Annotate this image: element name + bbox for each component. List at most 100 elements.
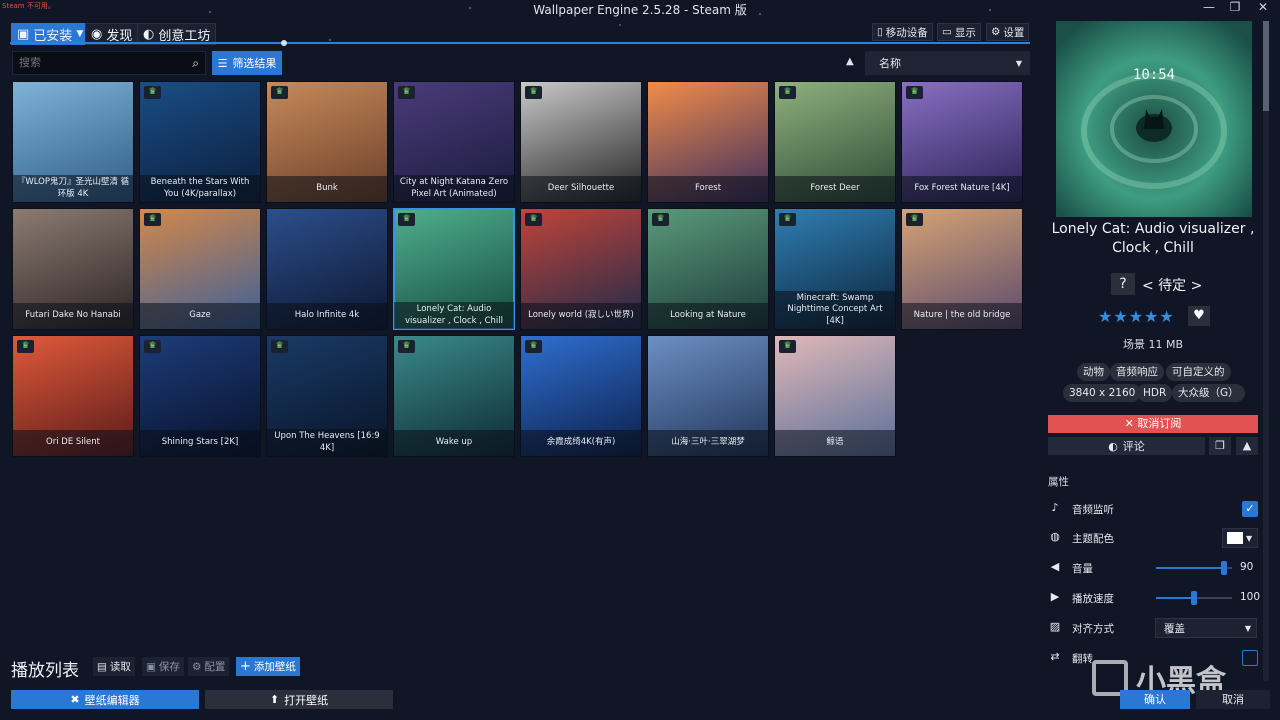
sort-select[interactable]: 名称 ▼ — [865, 51, 1030, 75]
trophy-icon: ♛ — [525, 213, 542, 226]
wallpaper-tile[interactable]: ♛ Deer Silhouette — [520, 81, 642, 203]
trophy-icon: ♛ — [906, 213, 923, 226]
wallpaper-tile[interactable]: ♛ Bunk — [266, 81, 388, 203]
wallpaper-title: Deer Silhouette — [521, 176, 641, 202]
filter-list-icon: ☰ — [217, 56, 228, 70]
wallpaper-tile[interactable]: ♛ Minecraft: Swamp Nighttime Concept Art … — [774, 208, 896, 330]
upload-icon: ⬆ — [269, 693, 280, 706]
volume-slider[interactable] — [1156, 561, 1232, 575]
wallpaper-title: Forest Deer — [775, 176, 895, 202]
speed-value: 100 — [1240, 591, 1261, 603]
settings-button[interactable]: ⚙ 设置 — [986, 23, 1030, 41]
ok-button[interactable]: 确认 — [1120, 690, 1190, 709]
unsubscribe-label: 取消订阅 — [1137, 417, 1182, 430]
wallpaper-tile[interactable]: ♛ Beneath the Stars With You (4K/parallax… — [139, 81, 261, 203]
rating-question-button[interactable]: ? — [1111, 273, 1135, 295]
gears-icon: ⚙ — [192, 660, 202, 673]
wrench-icon: ✖ — [70, 693, 80, 706]
tag[interactable]: 3840 x 2160 — [1063, 384, 1142, 402]
unsubscribe-button[interactable]: ✕ 取消订阅 — [1048, 415, 1258, 433]
favorite-button[interactable]: ♥ — [1188, 306, 1210, 326]
flip-checkbox[interactable] — [1242, 650, 1258, 666]
steam-icon: ◐ — [143, 26, 155, 42]
trophy-icon: ♛ — [652, 213, 669, 226]
speed-slider[interactable] — [1156, 591, 1232, 605]
wallpaper-tile[interactable]: ♛ Nature | the old bridge — [901, 208, 1023, 330]
monitor-icon: ▭ — [942, 26, 952, 38]
copy-icon: ❐ — [1215, 439, 1225, 452]
copy-button[interactable]: ❐ — [1209, 437, 1231, 455]
wallpaper-title: Wake up — [394, 430, 514, 456]
property-audio: ♪ 音频监听 ✓ — [1048, 499, 1262, 519]
wallpaper-tile[interactable]: ♛ 鲸语 — [774, 335, 896, 457]
scrollbar-thumb[interactable] — [1263, 21, 1269, 111]
window-title: Wallpaper Engine 2.5.28 - Steam 版 — [533, 3, 747, 17]
wallpaper-tile[interactable]: ♛ Looking at Nature — [647, 208, 769, 330]
wallpaper-tile[interactable]: Forest — [647, 81, 769, 203]
tag[interactable]: 大众级（G） — [1172, 384, 1245, 402]
add-wallpaper-button[interactable]: + 添加壁纸 — [236, 657, 300, 676]
report-button[interactable]: ▲ — [1236, 437, 1258, 455]
wallpaper-tile[interactable]: ♛ Wake up — [393, 335, 515, 457]
wallpaper-tile[interactable]: ♛ Gaze — [139, 208, 261, 330]
wallpaper-tile[interactable]: Halo Infinite 4k — [266, 208, 388, 330]
sort-direction-icon[interactable]: ▲ — [846, 56, 854, 67]
tab-installed-label: 已安装 — [33, 28, 73, 44]
trophy-icon: ♛ — [779, 213, 796, 226]
property-alignment-label: 对齐方式 — [1072, 623, 1114, 635]
minimize-icon[interactable]: — — [1196, 0, 1222, 14]
search-input[interactable] — [19, 57, 193, 69]
preview-clock: 10:54 — [1133, 67, 1175, 83]
wallpaper-tile[interactable]: ♛ City at Night Katana Zero Pixel Art (An… — [393, 81, 515, 203]
open-wallpaper-button[interactable]: ⬆ 打开壁纸 — [205, 690, 393, 709]
wallpaper-tile[interactable]: ♛ Fox Forest Nature [4K] — [901, 81, 1023, 203]
playlist-config-button[interactable]: ⚙ 配置 — [188, 657, 230, 676]
wallpaper-tile[interactable]: 山海·三叶·三翠湖梦 — [647, 335, 769, 457]
wallpaper-tile[interactable]: ♛ Shining Stars [2K] — [139, 335, 261, 457]
trophy-icon: ♛ — [525, 86, 542, 99]
speed-slider-thumb[interactable] — [1191, 591, 1197, 605]
playlist-save-button[interactable]: ▣ 保存 — [142, 657, 184, 676]
search-icon[interactable]: ⌕ — [192, 56, 199, 71]
display-button[interactable]: ▭ 显示 — [937, 23, 981, 41]
wallpaper-tile[interactable]: 『WLOP鬼刀』圣光山壁清 循环版 4K — [12, 81, 134, 203]
play-icon: ▶ — [1050, 590, 1060, 603]
add-wallpaper-label: 添加壁纸 — [253, 661, 296, 673]
tag[interactable]: 动物 — [1077, 363, 1110, 381]
wallpaper-tile[interactable]: ♛ 余霞成绮4K(有声) — [520, 335, 642, 457]
playlist-load-button[interactable]: ▤ 读取 — [93, 657, 135, 676]
size-info: 场景 11 MB — [1122, 338, 1184, 351]
wallpaper-tile[interactable]: ♛ Ori DE Silent — [12, 335, 134, 457]
comment-label: 评论 — [1122, 440, 1145, 453]
volume-icon: ◀ — [1050, 560, 1060, 573]
filter-button[interactable]: ☰ 筛选结果 — [212, 51, 282, 75]
audio-checkbox[interactable]: ✓ — [1242, 501, 1258, 517]
wallpaper-editor-button[interactable]: ✖ 壁纸编辑器 — [11, 690, 199, 709]
volume-slider-thumb[interactable] — [1221, 561, 1228, 575]
wallpaper-tile[interactable]: ♛ Lonely Cat: Audio visualizer , Clock , … — [393, 208, 515, 330]
wallpaper-title: Halo Infinite 4k — [267, 303, 387, 329]
tag[interactable]: 可自定义的 — [1166, 363, 1231, 381]
save-icon: ▣ — [17, 26, 30, 42]
chevron-down-icon: ▼ — [1244, 623, 1251, 633]
theme-color-picker[interactable]: ▼ — [1222, 528, 1258, 548]
tab-underline — [10, 42, 1030, 44]
wallpaper-tile[interactable]: ♛ Upon The Heavens [16:9 4K] — [266, 335, 388, 457]
right-panel-scrollbar[interactable] — [1263, 21, 1269, 681]
wallpaper-tile[interactable]: ♛ Lonely world (寂しい世界) — [520, 208, 642, 330]
comment-button[interactable]: ◐ 评论 — [1048, 437, 1205, 455]
tag[interactable]: HDR — [1137, 384, 1173, 402]
alignment-select[interactable]: 覆盖 ▼ — [1155, 618, 1257, 638]
mobile-button[interactable]: ▯ 移动设备 — [872, 23, 933, 41]
trophy-icon: ♛ — [271, 340, 288, 353]
open-wallpaper-label: 打开壁纸 — [284, 693, 329, 707]
wallpaper-tile[interactable]: ♛ Forest Deer — [774, 81, 896, 203]
playlist-config-label: 配置 — [204, 661, 226, 673]
restore-icon[interactable]: ❐ — [1222, 0, 1248, 14]
wallpaper-tile[interactable]: Futari Dake No Hanabi — [12, 208, 134, 330]
wallpaper-title: Gaze — [140, 303, 260, 329]
tag[interactable]: 音频响应 — [1110, 363, 1164, 381]
close-icon[interactable]: ✕ — [1250, 0, 1276, 14]
star-rating[interactable]: ★★★★★ — [1098, 307, 1175, 326]
cancel-button[interactable]: 取消 — [1196, 690, 1270, 709]
